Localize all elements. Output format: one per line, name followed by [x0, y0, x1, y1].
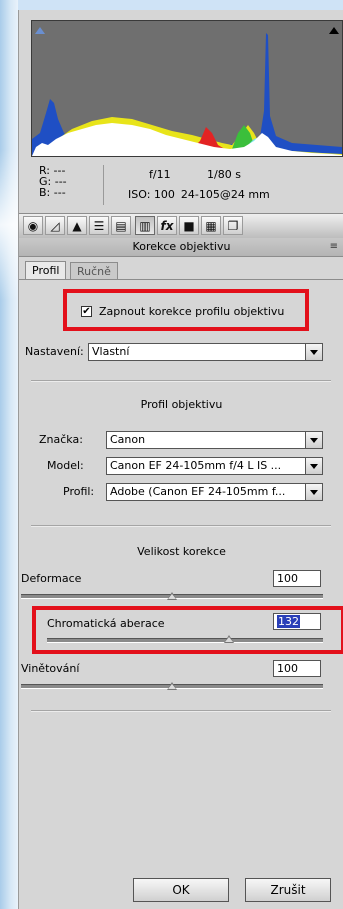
histogram	[31, 20, 343, 157]
ok-button[interactable]: OK	[133, 878, 229, 902]
correction-heading: Velikost korekce	[137, 545, 226, 558]
iso: ISO: 100	[128, 188, 175, 201]
panel-menu-icon[interactable]: ≡	[330, 238, 338, 256]
chevron-down-icon	[305, 484, 322, 500]
enable-profile-checkbox[interactable]: ✔	[81, 306, 92, 317]
divider	[31, 380, 331, 382]
chevron-down-icon	[305, 344, 322, 360]
lens-focal: 24-105@24 mm	[180, 188, 270, 201]
desktop-background	[0, 0, 18, 909]
presets-icon[interactable]: ▦	[201, 216, 221, 235]
detail-icon[interactable]: ▲	[67, 216, 87, 235]
make-label: Značka:	[39, 433, 83, 446]
highlight-clipping-icon[interactable]	[329, 27, 339, 34]
lens-profile-heading: Profil objektivu	[140, 398, 223, 411]
distortion-value[interactable]: 100	[273, 570, 321, 587]
tab-profil[interactable]: Profil	[25, 261, 67, 279]
rgb-readout: R: --- G: --- B: ---	[39, 165, 67, 198]
model-label: Model:	[47, 459, 84, 472]
vignette-slider-thumb[interactable]	[167, 682, 177, 690]
chevron-down-icon	[305, 458, 322, 474]
tab-rucne[interactable]: Ručně	[70, 262, 118, 279]
setting-label: Nastavení:	[25, 345, 84, 358]
setting-select[interactable]: Vlastní	[88, 343, 323, 361]
camera-raw-panel: R: --- G: --- B: --- f/11 1/80 s ISO: 100…	[18, 10, 343, 909]
aperture: f/11	[149, 168, 171, 181]
lens-corrections-icon[interactable]: ▥	[135, 216, 155, 235]
make-select[interactable]: Canon	[106, 431, 323, 449]
exif-info: f/11 1/80 s ISO: 100 24-105@24 mm	[128, 165, 270, 205]
split-toning-icon[interactable]: ▤	[111, 216, 131, 235]
ca-slider-thumb[interactable]	[224, 635, 235, 643]
tone-curve-icon[interactable]: ◿	[45, 216, 65, 235]
divider	[31, 710, 331, 712]
b-value: B: ---	[39, 186, 66, 199]
divider	[31, 525, 331, 527]
basic-icon[interactable]: ◉	[23, 216, 43, 235]
vignette-value[interactable]: 100	[273, 660, 321, 677]
ca-value[interactable]: 132	[273, 613, 321, 630]
profile-label: Profil:	[63, 485, 95, 498]
ca-slider[interactable]	[47, 638, 323, 643]
panel-title: Korekce objektivu ≡	[19, 238, 343, 257]
shadow-clipping-icon[interactable]	[35, 27, 45, 34]
ca-label: Chromatická aberace	[47, 617, 165, 630]
distortion-label: Deformace	[21, 572, 82, 585]
effects-icon[interactable]: fx	[157, 216, 177, 235]
camera-calibration-icon[interactable]: ■	[179, 216, 199, 235]
profile-select[interactable]: Adobe (Canon EF 24-105mm f...	[106, 483, 323, 501]
tab-underline	[19, 279, 343, 280]
model-select[interactable]: Canon EF 24-105mm f/4 L IS ...	[106, 457, 323, 475]
hsl-icon[interactable]: ☰	[89, 216, 109, 235]
image-info: R: --- G: --- B: --- f/11 1/80 s ISO: 100…	[39, 165, 339, 207]
chevron-down-icon	[305, 432, 322, 448]
vignette-label: Vinětování	[21, 662, 80, 675]
cancel-button[interactable]: Zrušit	[245, 878, 331, 902]
snapshots-icon[interactable]: ❐	[223, 216, 243, 235]
panel-toolbar: ◉ ◿ ▲ ☰ ▤ ▥ fx ■ ▦ ❐	[19, 213, 343, 239]
shutter-speed: 1/80 s	[207, 168, 241, 181]
distortion-slider-thumb[interactable]	[167, 592, 177, 600]
divider	[103, 165, 104, 205]
enable-profile-label: Zapnout korekce profilu objektivu	[99, 305, 285, 318]
